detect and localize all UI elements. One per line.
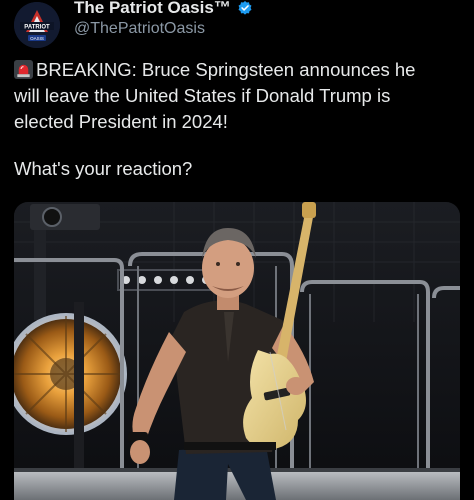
tweet-line-3: elected President in 2024! (14, 111, 228, 132)
svg-text:OASIS: OASIS (30, 36, 44, 41)
verified-badge-icon (237, 0, 253, 16)
tweet-line-2: will leave the United States if Donald T… (14, 85, 391, 106)
handle[interactable]: @ThePatriotOasis (74, 20, 205, 38)
tweet-line-1: BREAKING: Bruce Springsteen announces he (14, 57, 464, 83)
tweet-media-photo[interactable] (14, 202, 460, 500)
reaction-prompt: What's your reaction? (14, 158, 193, 179)
svg-text:PATRIOT: PATRIOT (24, 25, 50, 31)
avatar-logo-icon: PATRIOT OASIS (14, 2, 60, 48)
tweet-line-1-text: BREAKING: Bruce Springsteen announces he (36, 59, 416, 80)
photo-musician-guitar (14, 202, 460, 500)
display-name[interactable]: The Patriot Oasis™ (74, 0, 231, 18)
tweet-header: PATRIOT OASIS The Patriot Oasis™ @ThePat… (14, 0, 464, 48)
avatar[interactable]: PATRIOT OASIS (14, 2, 60, 48)
siren-icon (14, 60, 33, 79)
tweet-text: BREAKING: Bruce Springsteen announces he… (14, 57, 464, 135)
